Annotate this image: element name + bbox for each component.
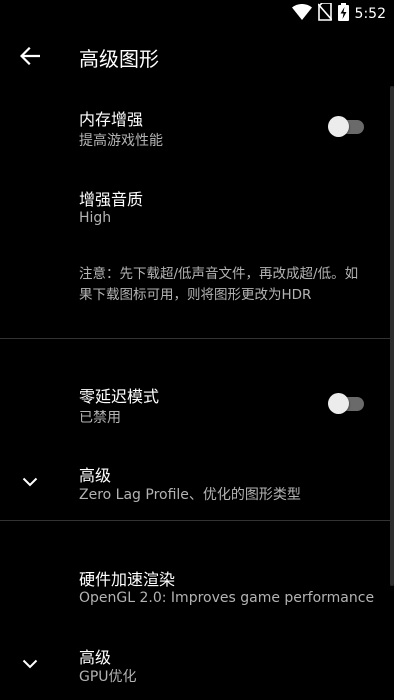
divider [0, 338, 394, 339]
arrow-back-icon [19, 46, 41, 69]
wifi-icon [291, 3, 312, 24]
advanced-zero-lag-expander[interactable]: 高级 Zero Lag Profile、优化的图形类型 [0, 450, 394, 516]
memory-boost-preference[interactable]: 内存增强 提高游戏性能 [0, 96, 394, 166]
advanced-gpu-summary: GPU优化 [79, 669, 137, 685]
zero-lag-summary: 已禁用 [79, 410, 121, 426]
app-bar: 高级图形 [0, 28, 394, 86]
status-time: 5:52 [354, 6, 386, 22]
audio-quality-preference[interactable]: 增强音质 High [0, 176, 394, 246]
audio-quality-title: 增强音质 [79, 190, 144, 209]
status-icons: 5:52 [291, 2, 386, 25]
memory-boost-switch[interactable] [328, 116, 364, 137]
zero-lag-switch[interactable] [328, 393, 364, 414]
advanced-zero-lag-title: 高级 [79, 466, 112, 485]
scrollbar[interactable] [390, 86, 394, 586]
switch-thumb [328, 393, 349, 414]
zero-lag-title: 零延迟模式 [79, 387, 160, 406]
status-bar: 5:52 [0, 0, 394, 28]
advanced-gpu-title: 高级 [79, 648, 112, 667]
advanced-zero-lag-summary: Zero Lag Profile、优化的图形类型 [79, 487, 301, 503]
audio-quality-summary: High [79, 210, 112, 226]
zero-lag-preference[interactable]: 零延迟模式 已禁用 [0, 372, 394, 442]
back-button[interactable] [14, 42, 46, 74]
chevron-down-icon [18, 652, 42, 676]
hw-render-preference[interactable]: 硬件加速渲染 OpenGL 2.0: Improves game perform… [0, 556, 394, 626]
chevron-down-icon [18, 470, 42, 494]
note-text: 注意：先下载超/低声音文件，再改成超/低。如果下载图标可用，则将图形更改为HDR [79, 266, 359, 303]
divider [0, 520, 394, 521]
memory-boost-summary: 提高游戏性能 [79, 133, 163, 149]
hw-render-summary: OpenGL 2.0: Improves game performance [79, 590, 375, 606]
battery-charging-icon [337, 3, 349, 25]
advanced-gpu-expander[interactable]: 高级 GPU优化 [0, 634, 394, 700]
memory-boost-title: 内存增强 [79, 110, 144, 129]
page-title: 高级图形 [79, 47, 159, 71]
no-sim-icon [316, 2, 333, 25]
hw-render-title: 硬件加速渲染 [79, 570, 176, 589]
switch-thumb [328, 116, 349, 137]
